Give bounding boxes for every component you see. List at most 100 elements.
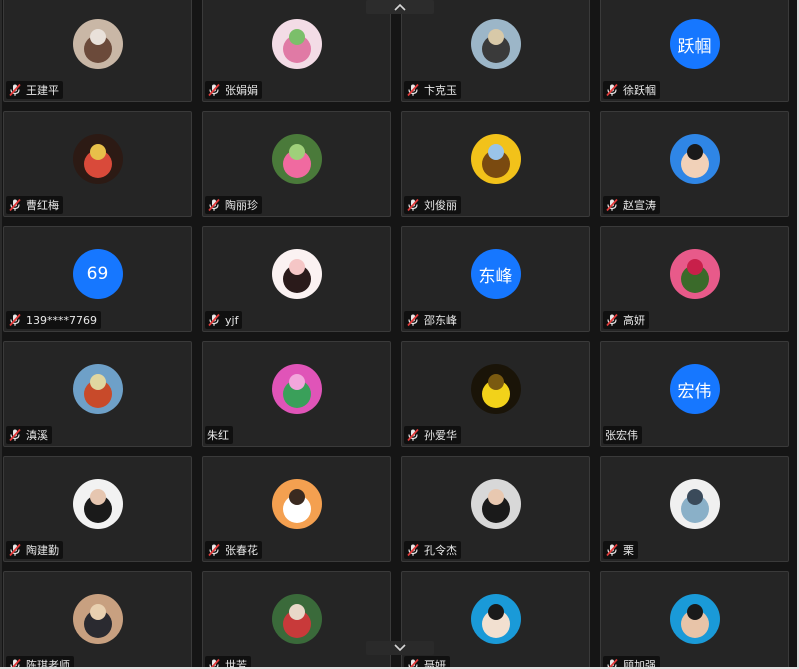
participant-name-bar: 张娟娟 (205, 81, 262, 99)
mic-muted-icon[interactable] (605, 198, 619, 212)
participant-name-bar: 邵东峰 (404, 311, 461, 329)
mic-muted-icon[interactable] (605, 313, 619, 327)
participant-tile[interactable]: 刘俊丽 (401, 111, 590, 217)
participant-tile[interactable]: yjf (202, 226, 391, 332)
participant-name-bar: 孙爱华 (404, 426, 461, 444)
mic-muted-icon[interactable] (605, 543, 619, 557)
participant-tile[interactable]: 宏伟张宏伟 (600, 341, 789, 447)
participant-avatar (271, 364, 322, 414)
scroll-up-button[interactable] (366, 0, 434, 14)
participant-name-bar: 徐跃帼 (603, 81, 660, 99)
avatar-initials: 跃帼 (677, 36, 712, 57)
participant-avatar (271, 249, 322, 299)
mic-muted-icon[interactable] (8, 428, 22, 442)
mic-muted-icon[interactable] (8, 313, 22, 327)
scroll-down-button[interactable] (366, 641, 434, 655)
participant-avatar (271, 134, 322, 184)
participant-name-bar: 张春花 (205, 541, 262, 559)
participant-name: 139****7769 (26, 313, 97, 327)
video-grid: 王建平 张娟娟 卞克玉 跃帼徐跃帼曹红梅 陶丽珍 刘俊丽 赵宣涛 69 139****7769 y… (0, 0, 799, 669)
participant-tile[interactable]: 栗 (600, 456, 789, 562)
participant-avatar (470, 364, 521, 414)
participant-name-bar: 栗 (603, 541, 638, 559)
participant-avatar (271, 594, 322, 644)
participant-name: 栗 (623, 544, 634, 557)
participant-tile[interactable]: 卞克玉 (401, 0, 590, 102)
mic-muted-icon[interactable] (406, 543, 420, 557)
mic-muted-icon[interactable] (8, 198, 22, 212)
participant-avatar: 宏伟 (669, 364, 720, 414)
participant-avatar (470, 479, 521, 529)
participant-tile[interactable]: 曹红梅 (3, 111, 192, 217)
mic-muted-icon[interactable] (207, 198, 221, 212)
participant-tile[interactable]: 顾加强 (600, 571, 789, 669)
participant-avatar: 东峰 (470, 249, 521, 299)
avatar-initials: 宏伟 (677, 381, 712, 402)
participant-tile[interactable]: 陈琪老师 (3, 571, 192, 669)
participant-name-bar: yjf (205, 311, 243, 329)
chevron-down-icon (394, 639, 406, 657)
participant-name: 高妍 (623, 314, 645, 327)
participant-name: 朱红 (207, 429, 229, 442)
participant-tile[interactable]: 69 139****7769 (3, 226, 192, 332)
participant-name: 张娟娟 (225, 84, 258, 97)
participant-name: 张春花 (225, 544, 258, 557)
participant-grid: 王建平 张娟娟 卞克玉 跃帼徐跃帼曹红梅 陶丽珍 刘俊丽 赵宣涛 69 139****7769 y… (3, 0, 789, 669)
mic-muted-icon[interactable] (207, 543, 221, 557)
participant-name-bar: 陶建勤 (6, 541, 63, 559)
participant-tile[interactable]: 世芳 (202, 571, 391, 669)
participant-tile[interactable]: 王建平 (3, 0, 192, 102)
mic-muted-icon[interactable] (8, 543, 22, 557)
participant-name: 滇溪 (26, 429, 48, 442)
mic-muted-icon[interactable] (406, 83, 420, 97)
participant-name: 陶建勤 (26, 544, 59, 557)
participant-tile[interactable]: 赵宣涛 (600, 111, 789, 217)
participant-avatar (72, 134, 123, 184)
avatar-initials: 东峰 (478, 266, 513, 287)
participant-name: 赵宣涛 (623, 199, 656, 212)
participant-tile[interactable]: 东峰邵东峰 (401, 226, 590, 332)
participant-avatar (470, 594, 521, 644)
mic-muted-icon[interactable] (8, 83, 22, 97)
participant-name-bar: 卞克玉 (404, 81, 461, 99)
participant-name: 曹红梅 (26, 199, 59, 212)
participant-avatar (72, 479, 123, 529)
participant-tile[interactable]: 张春花 (202, 456, 391, 562)
participant-tile[interactable]: 张娟娟 (202, 0, 391, 102)
participant-name-bar: 孔令杰 (404, 541, 461, 559)
mic-muted-icon[interactable] (207, 83, 221, 97)
avatar-initials: 69 (86, 264, 109, 284)
participant-name: 陶丽珍 (225, 199, 258, 212)
participant-name: 刘俊丽 (424, 199, 457, 212)
participant-name-bar: 139****7769 (6, 311, 101, 329)
participant-tile[interactable]: 跃帼徐跃帼 (600, 0, 789, 102)
participant-name-bar: 王建平 (6, 81, 63, 99)
mic-muted-icon[interactable] (605, 83, 619, 97)
participant-name-bar: 朱红 (205, 426, 233, 444)
participant-avatar (669, 479, 720, 529)
participant-avatar (669, 594, 720, 644)
mic-muted-icon[interactable] (406, 198, 420, 212)
left-edge-divider (0, 0, 2, 669)
participant-avatar (669, 249, 720, 299)
participant-tile[interactable]: 陶丽珍 (202, 111, 391, 217)
participant-tile[interactable]: 朱红 (202, 341, 391, 447)
participant-name: yjf (225, 313, 239, 327)
mic-muted-icon[interactable] (207, 313, 221, 327)
participant-tile[interactable]: 孔令杰 (401, 456, 590, 562)
participant-name: 卞克玉 (424, 84, 457, 97)
participant-tile[interactable]: 高妍 (600, 226, 789, 332)
participant-tile[interactable]: 滇溪 (3, 341, 192, 447)
mic-muted-icon[interactable] (406, 428, 420, 442)
participant-avatar (470, 134, 521, 184)
participant-avatar (271, 19, 322, 69)
mic-muted-icon[interactable] (406, 313, 420, 327)
participant-name-bar: 张宏伟 (603, 426, 642, 444)
participant-tile[interactable]: 陶建勤 (3, 456, 192, 562)
participant-tile[interactable]: 孙爱华 (401, 341, 590, 447)
participant-name-bar: 滇溪 (6, 426, 52, 444)
participant-avatar (669, 134, 720, 184)
chevron-up-icon (394, 0, 406, 16)
participant-avatar (72, 19, 123, 69)
participant-name-bar: 赵宣涛 (603, 196, 660, 214)
